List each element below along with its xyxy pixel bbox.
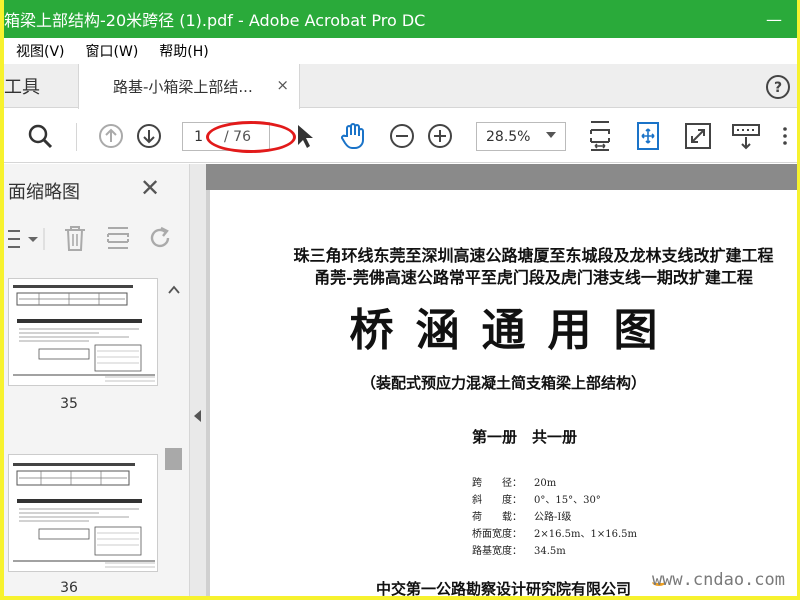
- zoom-select[interactable]: 28.5%: [476, 122, 566, 151]
- help-icon[interactable]: ?: [765, 74, 791, 104]
- page-number-input[interactable]: 1: [182, 122, 206, 151]
- doc-heading-line1: 珠三角环线东莞至深圳高速公路塘厦至东城段及龙林支线改扩建工程: [293, 246, 774, 265]
- doc-volume: 第一册 共一册: [472, 428, 578, 446]
- panel-collapse-strip[interactable]: [190, 164, 206, 596]
- delete-icon[interactable]: [62, 224, 88, 256]
- doc-main-title: 桥涵通用图: [349, 305, 680, 356]
- fit-page-icon[interactable]: [582, 109, 618, 163]
- hand-tool-icon[interactable]: [336, 109, 370, 163]
- tab-document[interactable]: 路基-小箱梁上部结... ×: [78, 64, 300, 109]
- page-thumbnail[interactable]: [8, 278, 158, 386]
- thumbnail-label: 36: [60, 580, 78, 596]
- spec-row: 桥面宽度： 2×16.5m、1×16.5m: [472, 529, 637, 540]
- more-tools-icon[interactable]: [774, 109, 796, 163]
- tab-close-button[interactable]: ×: [276, 76, 289, 94]
- tab-document-label: 路基-小箱梁上部结...: [113, 78, 253, 96]
- minimize-button[interactable]: —: [751, 0, 797, 38]
- spec-row: 斜 度： 0°、15°、30°: [472, 495, 601, 506]
- svg-text:?: ?: [774, 80, 782, 96]
- chevron-left-icon: [194, 410, 201, 422]
- rotate-view-icon[interactable]: [630, 109, 666, 163]
- pdf-page: 珠三角环线东莞至深圳高速公路塘厦至东城段及龙林支线改扩建工程 甬莞-莞佛高速公路…: [210, 190, 797, 596]
- tab-bar: 工具 路基-小箱梁上部结... × ?: [4, 64, 797, 109]
- rotate-icon[interactable]: [146, 224, 174, 256]
- highlight-ellipse: [206, 121, 296, 153]
- spec-row: 荷 载： 公路-Ⅰ级: [472, 512, 572, 523]
- zoom-out-icon[interactable]: [386, 109, 418, 163]
- doc-heading-line2: 甬莞-莞佛高速公路常平至虎门段及虎门港支线一期改扩建工程: [314, 268, 753, 287]
- page-thumbnails-panel: 面缩略图 ✕ 35 36: [4, 164, 190, 596]
- page-top-gap: [206, 164, 797, 190]
- toolbar: 1 / 76 28.5%: [4, 109, 797, 163]
- panel-close-button[interactable]: ✕: [140, 174, 160, 202]
- thumbnail-scrollbar[interactable]: [164, 272, 184, 596]
- watermark-text: www.cndao.com: [651, 570, 785, 590]
- full-screen-icon[interactable]: [680, 109, 716, 163]
- previous-page-icon[interactable]: [94, 109, 128, 163]
- search-icon[interactable]: [22, 109, 58, 163]
- chevron-up-icon[interactable]: [168, 280, 180, 299]
- menu-window[interactable]: 窗口(W): [74, 41, 148, 61]
- document-viewer: 珠三角环线东莞至深圳高速公路塘厦至东城段及龙林支线改扩建工程 甬莞-莞佛高速公路…: [206, 164, 797, 596]
- crop-pages-icon[interactable]: [104, 224, 132, 256]
- menu-view[interactable]: 视图(V): [4, 41, 74, 61]
- next-page-icon[interactable]: [132, 109, 166, 163]
- spec-row: 路基宽度： 34.5m: [472, 546, 566, 557]
- spec-row: 跨 径： 20m: [472, 478, 557, 489]
- menu-help[interactable]: 帮助(H): [147, 41, 217, 61]
- window-controls: —: [751, 0, 797, 38]
- panel-toolbar: [4, 220, 190, 258]
- title-bar: 箱梁上部结构-20米跨径 (1).pdf - Adobe Acrobat Pro…: [4, 0, 797, 38]
- menu-bar: 视图(V) 窗口(W) 帮助(H): [4, 38, 797, 64]
- panel-title: 面缩略图: [8, 182, 80, 203]
- chevron-down-icon: [546, 132, 556, 138]
- tab-tools[interactable]: 工具: [4, 64, 72, 108]
- acrobat-window: 箱梁上部结构-20米跨径 (1).pdf - Adobe Acrobat Pro…: [4, 0, 797, 596]
- thumbnail-label: 35: [60, 396, 78, 412]
- window-title: 箱梁上部结构-20米跨径 (1).pdf - Adobe Acrobat Pro…: [4, 11, 426, 30]
- thumbnail-list: 35 36: [4, 272, 164, 596]
- keyboard-icon[interactable]: [728, 109, 764, 163]
- doc-subtitle: （装配式预应力混凝土简支箱梁上部结构）: [360, 374, 646, 392]
- zoom-in-icon[interactable]: [424, 109, 456, 163]
- options-menu-icon[interactable]: [6, 226, 46, 256]
- zoom-value: 28.5%: [486, 128, 531, 145]
- scrollbar-thumb[interactable]: [165, 448, 182, 470]
- page-thumbnail[interactable]: [8, 454, 158, 572]
